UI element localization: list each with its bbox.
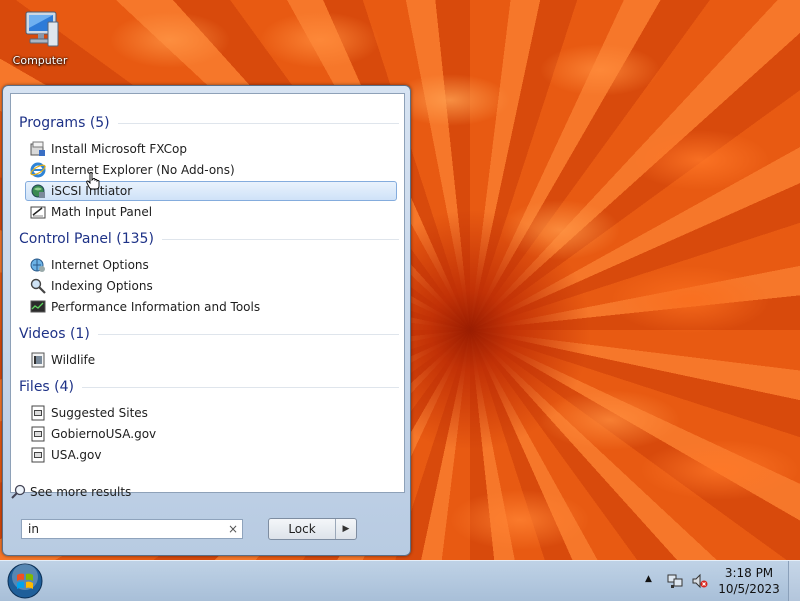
result-usa-gov[interactable]: USA.gov	[25, 445, 397, 465]
result-iscsi-initiator[interactable]: iSCSI Initiator	[25, 181, 397, 201]
indexing-options-icon	[30, 278, 46, 294]
show-desktop-button[interactable]	[788, 561, 800, 601]
group-title: Files (4)	[19, 379, 75, 395]
clock-date: 10/5/2023	[718, 582, 780, 596]
result-label: Suggested Sites	[51, 406, 148, 420]
result-label: USA.gov	[51, 448, 102, 462]
result-label: Internet Options	[51, 258, 149, 272]
start-button-icon[interactable]	[6, 562, 44, 600]
result-suggested-sites[interactable]: Suggested Sites	[25, 403, 397, 423]
ie-icon	[30, 162, 46, 178]
group-title: Videos (1)	[19, 326, 90, 342]
computer-icon	[25, 11, 59, 47]
lock-button[interactable]: Lock	[269, 519, 335, 539]
result-internet-explorer[interactable]: Internet Explorer (No Add-ons)	[25, 160, 397, 180]
result-label: Wildlife	[51, 353, 96, 367]
network-icon[interactable]	[667, 573, 683, 589]
result-internet-options[interactable]: Internet Options	[25, 255, 397, 275]
desktop-icon-computer[interactable]: Computer	[8, 8, 72, 67]
result-wildlife[interactable]: Wildlife	[25, 350, 397, 370]
internet-options-icon	[30, 258, 45, 272]
group-title: Control Panel (135)	[19, 231, 154, 247]
result-label: Performance Information and Tools	[51, 300, 261, 314]
search-icon	[11, 484, 26, 499]
clear-search-icon[interactable]: ×	[228, 520, 238, 538]
result-indexing-options[interactable]: Indexing Options	[25, 276, 397, 296]
show-hidden-icons-button[interactable]: ▲	[645, 574, 652, 584]
file-icon	[31, 447, 45, 463]
power-options-arrow-icon[interactable]: ▶	[335, 519, 356, 539]
volume-muted-icon[interactable]	[692, 573, 708, 589]
result-label: Math Input Panel	[51, 205, 153, 219]
group-title: Programs (5)	[19, 115, 110, 131]
result-label: Internet Explorer (No Add-ons)	[51, 163, 235, 177]
iscsi-icon	[31, 184, 45, 198]
search-text: in	[28, 522, 39, 536]
search-results-pane: Programs (5) Install Microsoft FXCop Int…	[10, 93, 405, 493]
result-gobiernousa[interactable]: GobiernoUSA.gov	[25, 424, 397, 444]
lock-button-group: Lock ▶	[268, 518, 357, 540]
start-search-input[interactable]: in ×	[21, 519, 243, 539]
result-label: Indexing Options	[51, 279, 153, 293]
group-header-programs[interactable]: Programs (5)	[19, 115, 399, 131]
result-label: Install Microsoft FXCop	[51, 142, 187, 156]
video-file-icon	[31, 352, 45, 368]
result-math-input-panel[interactable]: Math Input Panel	[25, 202, 397, 222]
group-header-videos[interactable]: Videos (1)	[19, 326, 399, 342]
result-label: GobiernoUSA.gov	[51, 427, 157, 441]
clock-time: 3:18 PM	[724, 566, 774, 580]
hand-cursor-icon	[86, 172, 100, 190]
see-more-label: See more results	[30, 484, 132, 499]
taskbar: ▲ 3:18 PM 10/5/2023	[0, 560, 800, 601]
see-more-results-link[interactable]: See more results	[11, 484, 131, 499]
installer-icon	[30, 141, 45, 156]
start-menu: Programs (5) Install Microsoft FXCop Int…	[2, 85, 411, 556]
group-header-control-panel[interactable]: Control Panel (135)	[19, 231, 399, 247]
performance-icon	[30, 300, 46, 313]
math-input-icon	[30, 206, 46, 219]
desktop-icon-label: Computer	[12, 54, 68, 67]
system-clock[interactable]: 3:18 PM 10/5/2023	[717, 565, 781, 597]
result-install-fxcop[interactable]: Install Microsoft FXCop	[25, 139, 397, 159]
file-icon	[31, 405, 45, 421]
result-performance-tools[interactable]: Performance Information and Tools	[25, 297, 397, 317]
group-header-files[interactable]: Files (4)	[19, 379, 399, 395]
file-icon	[31, 426, 45, 442]
